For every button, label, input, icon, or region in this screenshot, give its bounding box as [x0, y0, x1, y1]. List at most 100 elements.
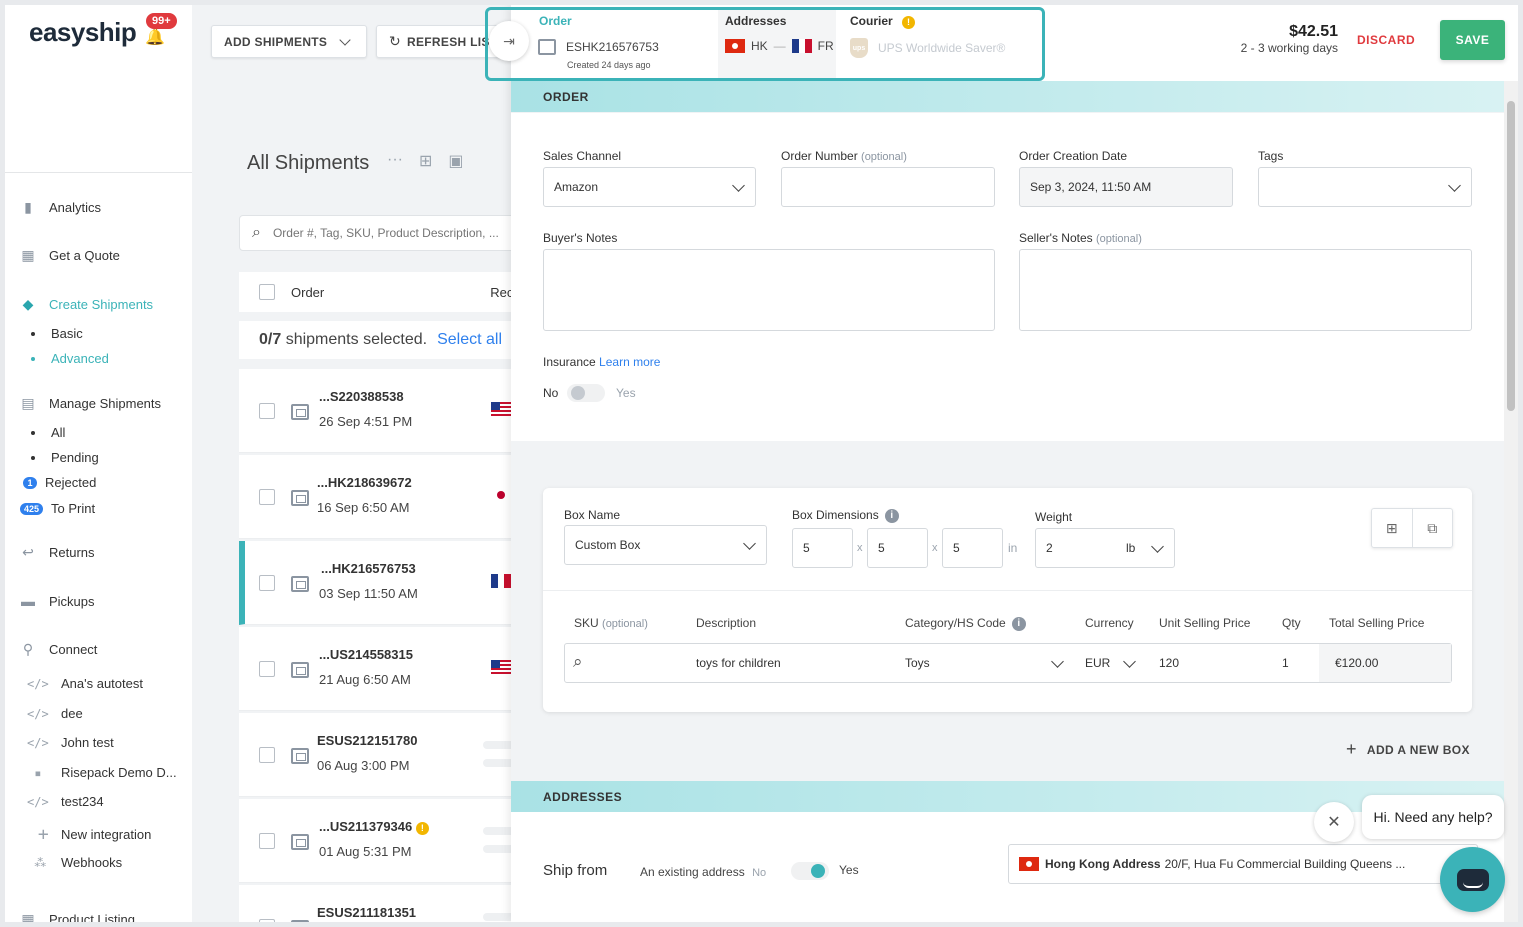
- connection-item[interactable]: ▪ Risepack Demo D...: [27, 765, 176, 780]
- sidebar-item-create-shipments[interactable]: ◆ Create Shipments: [19, 295, 153, 313]
- dimension-length-input[interactable]: 5: [792, 528, 853, 568]
- sidebar-item-pickups[interactable]: ▬ Pickups: [19, 592, 95, 610]
- close-help-button[interactable]: ✕: [1314, 802, 1354, 842]
- box-card: Box Name Custom Box Box Dimensions i 5 x …: [543, 488, 1472, 712]
- learn-more-link[interactable]: Learn more: [599, 355, 660, 369]
- item-unit-price-input[interactable]: 120: [1159, 656, 1179, 670]
- sidebar-subitem-all[interactable]: All: [31, 425, 65, 440]
- app-window: easyship 🔔 99+ ▮ Analytics ▦ Get a Quote ◆…: [5, 5, 1518, 922]
- duplicate-box-button[interactable]: ⧉: [1413, 509, 1453, 547]
- item-category-select[interactable]: Toys: [905, 656, 930, 670]
- us-flag-icon: [491, 660, 511, 674]
- select-all-link[interactable]: Select all: [437, 331, 502, 349]
- webhooks-item[interactable]: ⁂ Webhooks: [27, 855, 122, 870]
- header-text: Category/HS Code: [905, 616, 1006, 630]
- to-country: FR: [817, 39, 834, 53]
- bell-icon[interactable]: 🔔: [145, 27, 165, 47]
- more-icon[interactable]: ···: [387, 151, 403, 171]
- connection-item[interactable]: </> test234: [27, 794, 104, 809]
- item-qty-input[interactable]: 1: [1282, 656, 1289, 670]
- connection-label: test234: [61, 794, 104, 809]
- sender-address-select[interactable]: Hong Kong Address 20/F, Hua Fu Commercia…: [1008, 844, 1478, 884]
- select-all-checkbox[interactable]: [259, 284, 275, 300]
- row-checkbox[interactable]: [259, 489, 275, 505]
- selected-count: 0/7: [259, 331, 282, 348]
- column-header-qty: Qty: [1282, 616, 1301, 630]
- addresses-panel: Ship from An existing address No Yes Hon…: [511, 812, 1504, 922]
- tags-select[interactable]: [1258, 167, 1472, 207]
- row-checkbox[interactable]: [259, 575, 275, 591]
- item-description-input[interactable]: toys for children: [696, 656, 781, 670]
- row-checkbox[interactable]: [259, 747, 275, 763]
- weight-unit-select[interactable]: lb: [1126, 541, 1135, 555]
- step-order[interactable]: Order: [539, 14, 572, 28]
- info-icon[interactable]: i: [884, 508, 899, 523]
- row-checkbox[interactable]: [259, 919, 275, 922]
- drawer-scrollbar[interactable]: [1504, 81, 1518, 922]
- courier-name: UPS Worldwide Saver®: [878, 41, 1006, 55]
- order-date: 06 Aug 3:00 PM: [317, 758, 410, 773]
- scrollbar-thumb[interactable]: [1507, 101, 1515, 411]
- bullet: [31, 356, 35, 361]
- save-view-icon[interactable]: ▣: [448, 151, 463, 171]
- sidebar-item-analytics[interactable]: ▮ Analytics: [19, 198, 101, 216]
- sidebar-item-returns[interactable]: ↩ Returns: [19, 543, 94, 561]
- sku-search-icon[interactable]: ⌕: [573, 652, 583, 672]
- sidebar-item-manage-shipments[interactable]: ▤ Manage Shipments: [19, 394, 161, 412]
- input-value: 5: [953, 541, 960, 555]
- seller-notes-textarea[interactable]: [1019, 249, 1472, 331]
- dimension-height-input[interactable]: 5: [942, 528, 1003, 568]
- table-row[interactable]: ...US214558315 21 Aug 6:50 AM: [239, 627, 529, 711]
- sidebar-subitem-advanced[interactable]: Advanced: [31, 351, 109, 366]
- step-courier[interactable]: Courier !: [850, 14, 916, 29]
- sidebar-subitem-basic[interactable]: Basic: [31, 326, 83, 341]
- add-shipments-button[interactable]: ADD SHIPMENTS: [211, 25, 367, 58]
- sales-channel-select[interactable]: Amazon: [543, 167, 756, 207]
- item-currency-select[interactable]: EUR: [1085, 656, 1110, 670]
- table-row[interactable]: ESUS212151780 06 Aug 3:00 PM: [239, 713, 529, 797]
- chat-launcher-button[interactable]: [1440, 847, 1505, 912]
- order-date-input[interactable]: Sep 3, 2024, 11:50 AM: [1019, 167, 1233, 207]
- table-row[interactable]: ...S220388538 26 Sep 4:51 PM: [239, 369, 529, 453]
- save-button[interactable]: SAVE: [1440, 20, 1505, 60]
- column-header-order[interactable]: Order: [291, 285, 324, 300]
- box-name-select[interactable]: Custom Box: [564, 525, 767, 565]
- discard-button[interactable]: DISCARD: [1357, 33, 1415, 47]
- row-checkbox[interactable]: [259, 833, 275, 849]
- collapse-drawer-button[interactable]: ⇥: [489, 21, 529, 61]
- help-message[interactable]: Hi. Need any help?: [1362, 795, 1504, 839]
- table-row[interactable]: ...HK218639672 16 Sep 6:50 AM: [239, 455, 529, 539]
- new-integration-item[interactable]: + New integration: [27, 824, 152, 845]
- connection-item[interactable]: </> John test: [27, 735, 114, 750]
- row-checkbox[interactable]: [259, 403, 275, 419]
- table-row-current[interactable]: ...HK216576753 03 Sep 11:50 AM: [239, 541, 529, 625]
- step-addresses[interactable]: Addresses: [725, 14, 786, 28]
- sidebar-item-quote[interactable]: ▦ Get a Quote: [19, 246, 119, 264]
- order-number-input[interactable]: [781, 167, 995, 207]
- table-row[interactable]: ESUS211181351: [239, 885, 529, 922]
- search-input[interactable]: [272, 226, 513, 240]
- table-row[interactable]: ...US211379346 ! 01 Aug 5:31 PM: [239, 799, 529, 883]
- column-header-receiver[interactable]: Rec: [490, 285, 513, 300]
- buyer-notes-textarea[interactable]: [543, 249, 995, 331]
- sidebar-subitem-to-print[interactable]: 425 To Print: [20, 501, 95, 516]
- connection-item[interactable]: </> dee: [27, 706, 83, 721]
- connection-item[interactable]: </> Ana's autotest: [27, 676, 143, 691]
- sidebar-item-connect[interactable]: ⚲ Connect: [19, 640, 98, 658]
- add-item-button[interactable]: ⊞: [1372, 509, 1413, 547]
- weight-input[interactable]: 2 lb: [1035, 528, 1175, 568]
- info-icon[interactable]: i: [1011, 616, 1026, 631]
- search-box[interactable]: ⌕: [239, 215, 529, 251]
- insurance-toggle[interactable]: [567, 384, 605, 402]
- fr-flag-icon: [491, 574, 511, 588]
- logo[interactable]: easyship: [29, 17, 137, 48]
- sidebar-item-product-listing[interactable]: ▦ Product Listing: [19, 910, 135, 923]
- dimension-width-input[interactable]: 5: [867, 528, 928, 568]
- sidebar-subitem-pending[interactable]: Pending: [31, 450, 99, 465]
- add-view-icon[interactable]: ⊞: [419, 151, 432, 171]
- existing-address-toggle[interactable]: [791, 862, 829, 880]
- add-new-box-button[interactable]: + ADD A NEW BOX: [1346, 739, 1470, 760]
- row-checkbox[interactable]: [259, 661, 275, 677]
- sidebar-subitem-rejected[interactable]: 1 Rejected: [23, 475, 96, 490]
- route-arrow: —: [773, 39, 786, 53]
